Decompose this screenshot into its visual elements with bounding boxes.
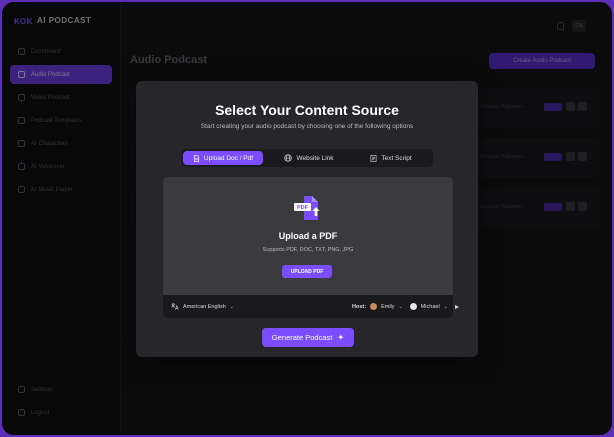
app-window: ΚΟΚ AI PODCAST Dashboard Audio Podcast V…	[2, 2, 612, 435]
generate-podcast-button[interactable]: Generate Podcast ✦	[262, 328, 354, 347]
modal-subtitle: Start creating your audio podcast by cho…	[200, 123, 414, 130]
translate-icon	[171, 303, 179, 310]
upload-title: Upload a PDF	[278, 231, 338, 241]
text-file-icon	[370, 154, 377, 162]
tab-website-link[interactable]: Website Link	[269, 151, 349, 165]
tab-text-script[interactable]: Text Script	[351, 151, 431, 165]
pdf-upload-icon: PDF	[294, 196, 320, 220]
host-label: Host:	[352, 303, 367, 310]
chevron-down-icon[interactable]: ⌄	[444, 304, 448, 310]
chevron-down-icon[interactable]: ⌄	[399, 304, 403, 310]
tab-label: Text Script	[381, 154, 412, 162]
document-icon	[193, 154, 199, 162]
language-value: American English	[183, 303, 226, 310]
pdf-icon-label: PDF	[297, 205, 309, 211]
sparkle-icon: ✦	[337, 333, 345, 342]
modal-title: Select Your Content Source	[215, 102, 399, 118]
host-avatar	[409, 303, 417, 310]
content-source-modal: Select Your Content Source Start creatin…	[136, 81, 478, 357]
globe-icon	[284, 154, 293, 162]
play-icon[interactable]	[454, 304, 459, 309]
tab-upload-doc[interactable]: Upload Doc / Pdf	[183, 151, 263, 165]
upload-supported-formats: Supports PDF, DOC, TXT, PNG, JPG	[262, 247, 354, 253]
host-1-name[interactable]: Emily	[381, 304, 394, 310]
tab-label: Upload Doc / Pdf	[203, 154, 254, 162]
upload-dropzone[interactable]: PDF Upload a PDF Supports PDF, DOC, TXT,…	[163, 177, 453, 295]
tab-label: Website Link	[296, 154, 334, 162]
host-avatar	[370, 303, 378, 310]
chevron-down-icon: ⌄	[229, 303, 234, 310]
upload-pdf-button[interactable]: UPLOAD PDF	[282, 265, 332, 278]
host-2-name[interactable]: Michael	[421, 304, 440, 310]
generate-podcast-label: Generate Podcast	[271, 333, 333, 342]
host-selector: Host: Emily ⌄ Michael ⌄	[352, 303, 459, 310]
podcast-settings-bar: American English ⌄ Host: Emily ⌄ Michael…	[163, 295, 459, 318]
language-selector[interactable]: American English ⌄	[171, 303, 234, 310]
source-tabs: Upload Doc / Pdf Website Link Text Scrip…	[181, 149, 433, 167]
